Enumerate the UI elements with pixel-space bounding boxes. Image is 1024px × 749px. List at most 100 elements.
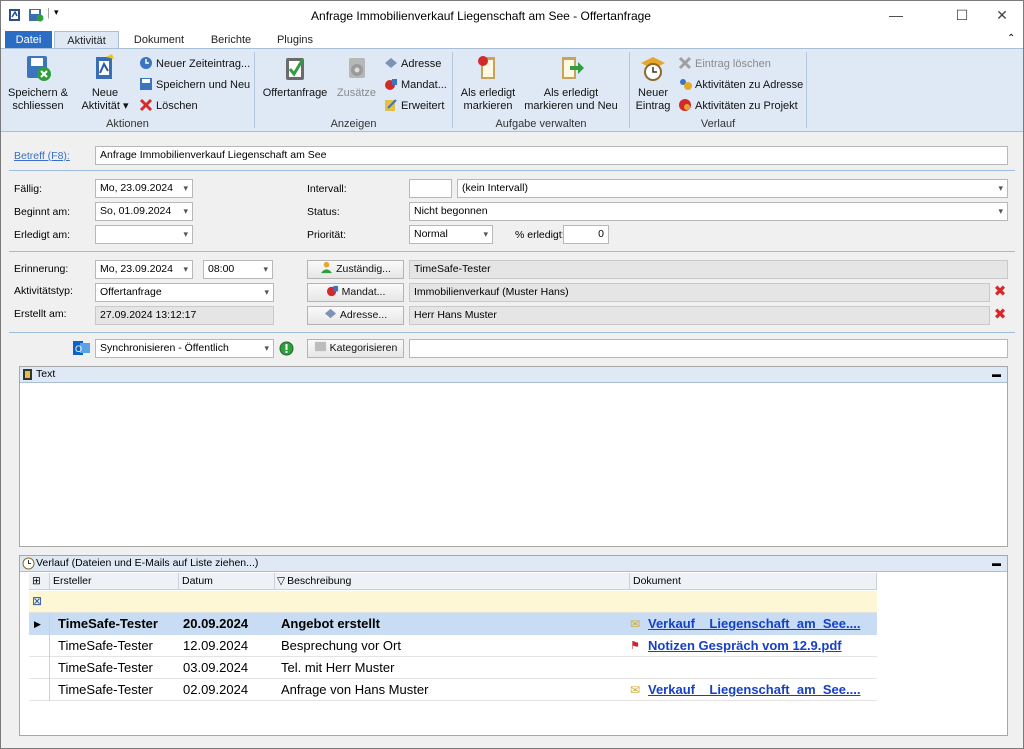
- activities-project-button[interactable]: Aktivitäten zu Projekt: [678, 97, 798, 115]
- table-row[interactable]: TimeSafe-Tester 03.09.2024 Tel. mit Herr…: [29, 657, 877, 679]
- save-close-button[interactable]: Speichern & schliessen: [5, 53, 71, 113]
- document-link[interactable]: [648, 657, 874, 679]
- svg-text:O: O: [75, 344, 82, 354]
- adresse-view-button[interactable]: Adresse: [384, 55, 441, 73]
- ribbon: Speichern & schliessen Neue Aktivität ▾ …: [1, 48, 1023, 132]
- edit-notes-icon: [385, 99, 397, 111]
- minimize-button[interactable]: —: [873, 1, 919, 29]
- cell-beschreibung: Besprechung vor Ort: [281, 638, 401, 653]
- cell-beschreibung: Angebot erstellt: [281, 616, 380, 631]
- close-button[interactable]: ✕: [979, 1, 1023, 29]
- delete-button[interactable]: Löschen: [139, 97, 198, 115]
- erweitert-label: Erweitert: [401, 100, 445, 112]
- new-time-entry-button[interactable]: Neuer Zeiteintrag...: [139, 55, 250, 73]
- aktivitaetstyp-select[interactable]: Offertanfrage: [95, 283, 274, 302]
- erinnerung-date-picker[interactable]: Mo, 23.09.2024: [95, 260, 193, 279]
- address-card-icon: [385, 58, 397, 68]
- divider: [9, 251, 1015, 252]
- zustaendig-field: TimeSafe-Tester: [409, 260, 1008, 279]
- history-icon: [22, 557, 35, 570]
- project-icon: [679, 99, 691, 111]
- history-panel-minimize-icon[interactable]: ▬: [992, 556, 1001, 571]
- table-row[interactable]: TimeSafe-Tester 02.09.2024 Anfrage von H…: [29, 679, 877, 701]
- person-icon: [320, 261, 333, 274]
- percent-done-label: % erledigt:: [515, 229, 565, 241]
- zustaendig-button[interactable]: Zuständig...: [307, 260, 404, 279]
- erweitert-button[interactable]: Erweitert: [384, 97, 444, 115]
- erinnerung-time-picker[interactable]: 08:00: [203, 260, 273, 279]
- task-done-icon: [478, 56, 495, 79]
- erledigt-label: Erledigt am:: [14, 229, 71, 241]
- document-link[interactable]: Notizen Gespräch vom 12.9.pdf: [648, 635, 874, 657]
- kategorien-input[interactable]: [409, 339, 1008, 358]
- mandat-view-button[interactable]: Mandat...: [384, 76, 447, 94]
- activities-address-label: Aktivitäten zu Adresse: [695, 79, 804, 91]
- text-panel-minimize-icon[interactable]: ▬: [992, 367, 1001, 382]
- mark-done-new-button[interactable]: Als erledigt markieren und Neu: [523, 53, 619, 113]
- mark-done-label: Als erledigt markieren: [460, 87, 516, 112]
- column-datum[interactable]: Datum: [179, 573, 275, 590]
- prioritaet-select[interactable]: Normal: [409, 225, 493, 244]
- delete-entry-button[interactable]: Eintrag löschen: [678, 55, 771, 73]
- aktivitaetstyp-label: Aktivitätstyp:: [14, 285, 73, 297]
- cell-ersteller: TimeSafe-Tester: [58, 616, 158, 631]
- table-row[interactable]: ▶ TimeSafe-Tester 20.09.2024 Angebot ers…: [29, 613, 877, 635]
- filter-icon[interactable]: ⊠: [32, 594, 42, 608]
- status-select[interactable]: Nicht begonnen: [409, 202, 1008, 221]
- betreff-link[interactable]: Betreff (F8):: [14, 150, 70, 162]
- clear-mandat-icon[interactable]: ✖: [993, 284, 1007, 299]
- new-entry-label: Neuer Eintrag: [635, 87, 671, 112]
- betreff-input[interactable]: Anfrage Immobilienverkauf Liegenschaft a…: [95, 146, 1008, 165]
- new-activity-button[interactable]: Neue Aktivität ▾: [75, 53, 135, 113]
- outlook-icon: O: [73, 341, 90, 355]
- faellig-label: Fällig:: [14, 183, 43, 195]
- kategorisieren-button[interactable]: Kategorisieren: [307, 339, 404, 358]
- column-dokument[interactable]: Dokument: [630, 573, 877, 590]
- tab-berichte[interactable]: Berichte: [199, 31, 263, 49]
- tab-plugins[interactable]: Plugins: [269, 31, 321, 49]
- zusaetze-button[interactable]: Zusätze: [334, 53, 379, 100]
- mandat-button[interactable]: Mandat...: [307, 283, 404, 302]
- cell-datum: 02.09.2024: [183, 682, 249, 697]
- column-chooser-icon[interactable]: ⊞: [29, 573, 50, 590]
- intervall-number-input[interactable]: [409, 179, 452, 198]
- save-new-label: Speichern und Neu: [156, 79, 251, 91]
- group-separator: [629, 52, 630, 128]
- email-icon: ✉: [630, 617, 641, 631]
- prioritaet-label: Priorität:: [307, 229, 347, 241]
- title-bar: | ▾ Anfrage Immobilienverkauf Liegenscha…: [1, 1, 1023, 29]
- document-link[interactable]: Verkauf _ Liegenschaft_am_See....: [648, 613, 874, 635]
- adresse-button[interactable]: Adresse...: [307, 306, 404, 325]
- table-row[interactable]: TimeSafe-Tester 12.09.2024 Besprechung v…: [29, 635, 877, 657]
- ribbon-collapse-icon[interactable]: ⌃: [1007, 33, 1015, 44]
- mark-done-new-label: Als erledigt markieren und Neu: [524, 87, 618, 112]
- erledigt-date-picker[interactable]: [95, 225, 193, 244]
- offertanfrage-button[interactable]: Offertanfrage: [259, 53, 331, 100]
- text-panel-header: Text ▬: [20, 367, 1007, 383]
- activities-address-button[interactable]: Aktivitäten zu Adresse: [678, 76, 803, 94]
- mark-done-button[interactable]: Als erledigt markieren: [456, 53, 520, 113]
- tab-dokument[interactable]: Dokument: [126, 31, 192, 49]
- group-aufgabe-label: Aufgabe verwalten: [495, 118, 587, 130]
- history-panel-header: Verlauf (Dateien und E-Mails auf Liste z…: [20, 556, 1007, 572]
- percent-done-input[interactable]: 0: [563, 225, 609, 244]
- column-beschreibung-label: Beschreibung: [287, 575, 352, 587]
- history-panel-title: Verlauf (Dateien und E-Mails auf Liste z…: [36, 557, 259, 569]
- sync-select[interactable]: Synchronisieren - Öffentlich: [95, 339, 274, 358]
- column-beschreibung[interactable]: ▽ Beschreibung: [275, 573, 630, 590]
- document-link[interactable]: Verkauf _ Liegenschaft_am_See....: [648, 679, 874, 701]
- beginnt-date-picker[interactable]: So, 01.09.2024: [95, 202, 193, 221]
- save-new-button[interactable]: Speichern und Neu: [139, 76, 250, 94]
- people-icon: [680, 79, 692, 90]
- faellig-date-picker[interactable]: Mo, 23.09.2024: [95, 179, 193, 198]
- group-aktionen-label: Aktionen: [106, 118, 149, 130]
- text-editor[interactable]: [20, 384, 1007, 546]
- column-ersteller[interactable]: Ersteller: [50, 573, 179, 590]
- adresse-button-label: Adresse...: [339, 309, 388, 321]
- intervall-select[interactable]: (kein Intervall): [457, 179, 1008, 198]
- tab-datei[interactable]: Datei: [5, 31, 52, 49]
- new-entry-button[interactable]: Neuer Eintrag: [633, 53, 673, 113]
- filter-row[interactable]: ⊠: [29, 591, 877, 613]
- info-icon[interactable]: [279, 341, 294, 356]
- clear-adresse-icon[interactable]: ✖: [993, 307, 1007, 322]
